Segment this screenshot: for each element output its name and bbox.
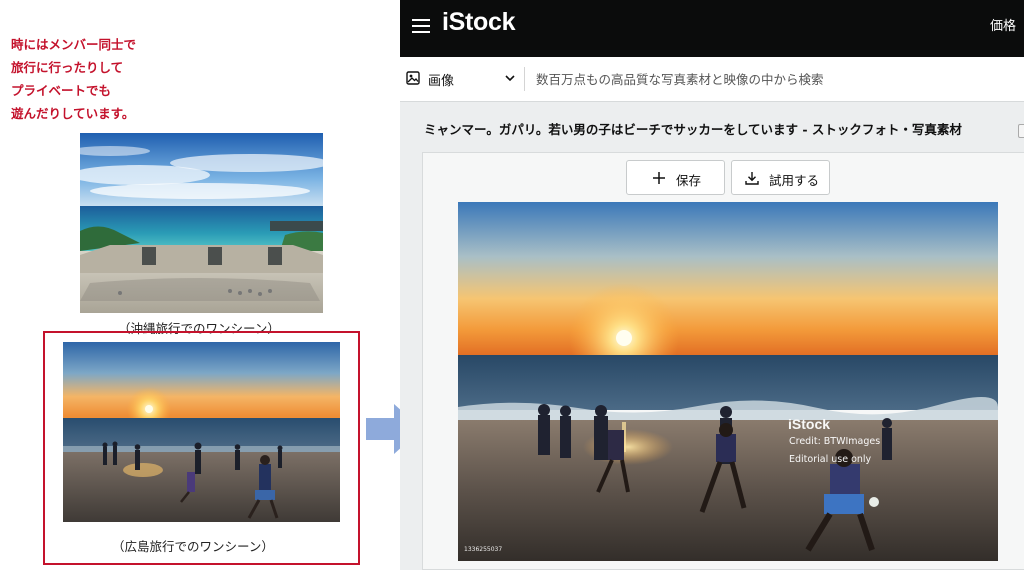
- preview-image[interactable]: [458, 202, 998, 561]
- intro-text: 時にはメンバー同士で 旅行に行ったりして プライベートでも 遊んだりしています。: [11, 33, 136, 125]
- search-bar: 画像: [400, 57, 1024, 102]
- document-panel: 時にはメンバー同士で 旅行に行ったりして プライベートでも 遊んだりしています。: [0, 0, 380, 570]
- chevron-down-icon: [505, 75, 515, 82]
- try-button[interactable]: 試用する: [731, 160, 830, 195]
- intro-line: プライベートでも: [11, 83, 112, 98]
- media-type-label: 画像: [428, 74, 455, 89]
- istock-logo[interactable]: iStock: [442, 8, 516, 37]
- media-type-select[interactable]: 画像: [406, 69, 518, 89]
- istock-browser-window: iStock 価格 画像 ミャンマー。ガパリ。若い男の子はビーチでサッカーをして…: [400, 0, 1024, 570]
- save-button-label: 保存: [676, 173, 702, 188]
- intro-line: 遊んだりしています。: [11, 106, 135, 121]
- plus-icon: [653, 172, 665, 184]
- top-navbar: iStock 価格: [400, 0, 1024, 57]
- search-divider: [524, 67, 525, 91]
- nav-pricing-link[interactable]: 価格: [990, 15, 1016, 34]
- image-icon: [406, 71, 420, 85]
- title-badge: [1018, 124, 1024, 138]
- save-button[interactable]: 保存: [626, 160, 725, 195]
- search-input[interactable]: [536, 67, 1006, 91]
- menu-icon[interactable]: [412, 19, 430, 33]
- download-icon: [745, 172, 759, 185]
- watermark-credit: Credit: BTWImages: [789, 436, 881, 447]
- okinawa-photo: [80, 133, 323, 313]
- image-id: 1336255037: [464, 546, 503, 553]
- intro-line: 時にはメンバー同士で: [11, 37, 137, 52]
- intro-line: 旅行に行ったりして: [11, 60, 124, 75]
- try-button-label: 試用する: [769, 173, 820, 188]
- watermark-logo: iStock: [788, 416, 831, 432]
- asset-title: ミャンマー。ガパリ。若い男の子はビーチでサッカーをしています - ストックフォト…: [424, 122, 962, 137]
- watermark-editorial: Editorial use only: [789, 454, 872, 465]
- highlight-frame: [43, 331, 360, 565]
